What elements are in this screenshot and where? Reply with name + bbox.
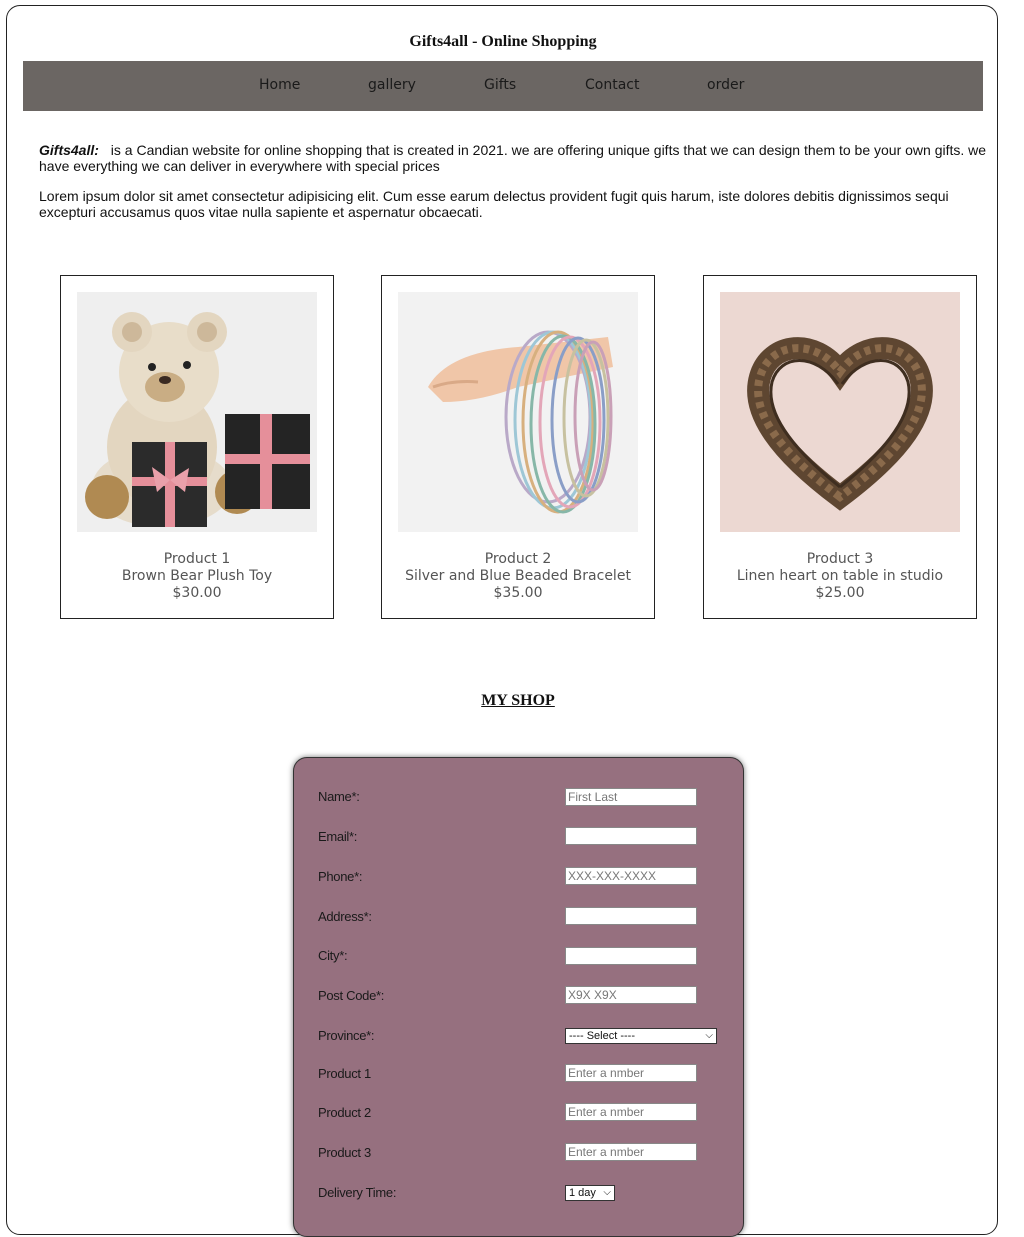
email-label: Email*: (318, 829, 358, 844)
nav-gifts-link[interactable]: Gifts (484, 77, 516, 93)
intro-paragraph: Gifts4all: is a Candian website for onli… (39, 142, 994, 174)
province-label: Province*: (318, 1028, 375, 1043)
product-desc: Linen heart on table in studio (736, 568, 944, 584)
nav-gallery-link[interactable]: gallery (368, 77, 416, 93)
order-form: Name*: Email*: Phone*: Address*: City*: … (293, 757, 744, 1237)
product-card-2[interactable]: Product 2 Silver and Blue Beaded Bracele… (381, 275, 655, 619)
heart-wreath-image (720, 292, 960, 532)
shop-title: MY SHOP (481, 692, 555, 709)
teddy-bear-image (77, 292, 317, 532)
city-label: City*: (318, 948, 348, 963)
lorem-paragraph: Lorem ipsum dolor sit amet consectetur a… (39, 188, 949, 220)
city-field[interactable] (565, 947, 697, 965)
nav-order-link[interactable]: order (707, 77, 744, 93)
product2-quantity-field[interactable] (565, 1103, 697, 1121)
nav-bar: Home gallery Gifts Contact order (23, 61, 983, 111)
product-card-3[interactable]: Product 3 Linen heart on table in studio… (703, 275, 977, 619)
product2-label: Product 2 (318, 1105, 371, 1120)
product-desc: Silver and Blue Beaded Bracelet (405, 568, 631, 584)
chevron-down-icon: ⌵ (705, 1030, 713, 1041)
province-select[interactable]: ---- Select ---- ⌵ (565, 1028, 717, 1044)
name-label: Name*: (318, 789, 360, 804)
name-field[interactable] (565, 788, 697, 806)
province-selected: ---- Select ---- (569, 1030, 635, 1042)
product-price: $35.00 (493, 585, 543, 601)
nav-home-link[interactable]: Home (259, 77, 300, 93)
intro-text: is a Candian website for online shopping… (39, 142, 987, 174)
phone-field[interactable] (565, 867, 697, 885)
product1-label: Product 1 (318, 1066, 371, 1081)
address-field[interactable] (565, 907, 697, 925)
delivery-time-select[interactable]: 1 day ⌵ (565, 1185, 615, 1201)
product-desc: Brown Bear Plush Toy (121, 568, 273, 584)
product-name: Product 2 (484, 551, 552, 567)
beaded-bracelet-image (398, 292, 638, 532)
product-name: Product 3 (806, 551, 874, 567)
product3-quantity-field[interactable] (565, 1143, 697, 1161)
chevron-down-icon: ⌵ (603, 1187, 611, 1198)
product-card-1[interactable]: Product 1 Brown Bear Plush Toy $30.00 (60, 275, 334, 619)
email-field[interactable] (565, 827, 697, 845)
postcode-field[interactable] (565, 986, 697, 1004)
intro-section: Gifts4all: is a Candian website for onli… (39, 142, 994, 234)
product3-label: Product 3 (318, 1145, 371, 1160)
product-name: Product 1 (163, 551, 231, 567)
product-price: $30.00 (172, 585, 222, 601)
phone-label: Phone*: (318, 869, 363, 884)
postcode-label: Post Code*: (318, 988, 385, 1003)
delivery-selected: 1 day (569, 1187, 596, 1199)
product-price: $25.00 (815, 585, 865, 601)
brand-name: Gifts4all: (39, 142, 99, 158)
address-label: Address*: (318, 909, 372, 924)
product1-quantity-field[interactable] (565, 1064, 697, 1082)
delivery-label: Delivery Time: (318, 1185, 397, 1200)
nav-contact-link[interactable]: Contact (585, 77, 639, 93)
site-title: Gifts4all - Online Shopping (409, 33, 597, 50)
